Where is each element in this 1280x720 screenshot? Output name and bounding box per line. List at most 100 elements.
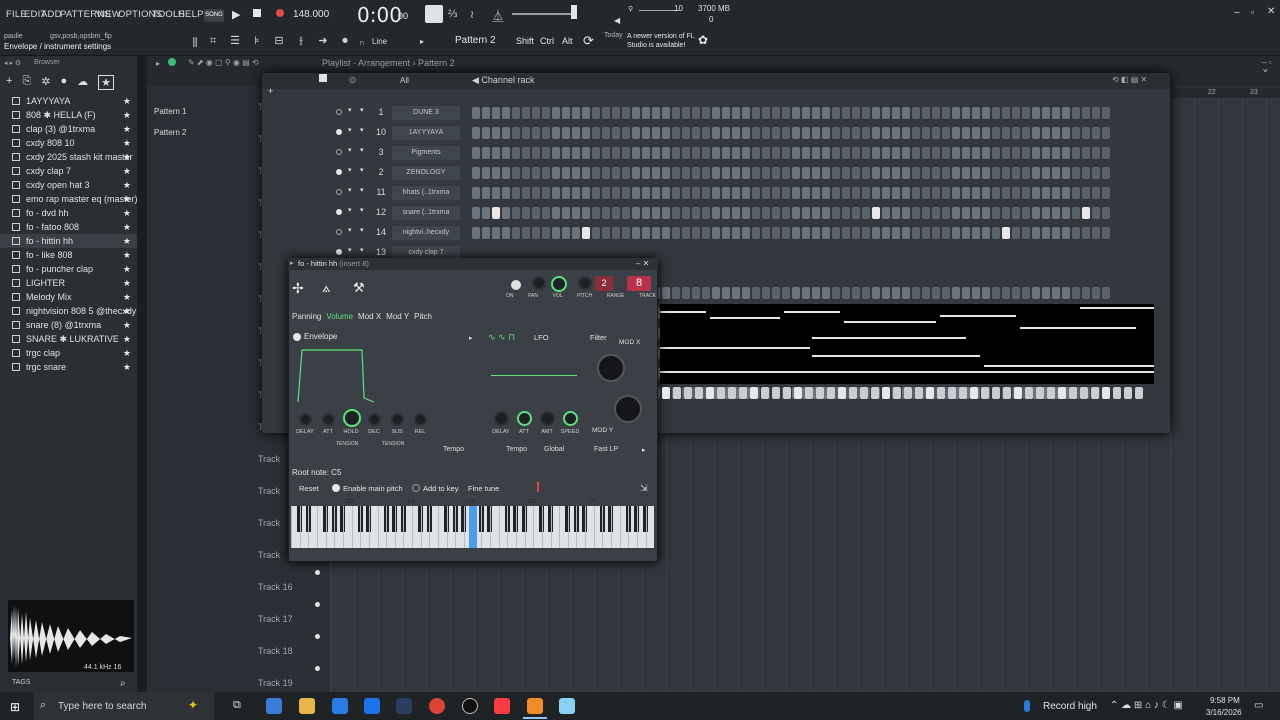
step-button[interactable]	[652, 227, 660, 239]
channel-vol-knob[interactable]: ▾	[360, 226, 364, 234]
step-button[interactable]	[852, 287, 860, 299]
step-button[interactable]	[1032, 207, 1040, 219]
tab-pitch[interactable]: Pitch	[414, 312, 432, 321]
step-button[interactable]	[1102, 207, 1110, 219]
step-button[interactable]	[492, 107, 500, 119]
step-button[interactable]	[532, 227, 540, 239]
step-button[interactable]	[832, 167, 840, 179]
envelope-graph[interactable]	[294, 344, 378, 406]
step-button[interactable]	[642, 127, 650, 139]
white-key[interactable]	[628, 506, 630, 548]
step-button[interactable]	[552, 207, 560, 219]
step-button[interactable]	[772, 387, 780, 399]
copilot-icon[interactable]	[266, 698, 282, 714]
step-button[interactable]	[822, 187, 830, 199]
step-button[interactable]	[860, 387, 868, 399]
step-button[interactable]	[772, 147, 780, 159]
step-button[interactable]	[862, 167, 870, 179]
close-icon[interactable]: ✕	[1267, 6, 1275, 17]
step-button[interactable]	[942, 207, 950, 219]
browser-item[interactable]: cxdy clap 7 ★	[0, 164, 137, 178]
channel-name-button[interactable]: hhats (..1trxma	[392, 186, 460, 200]
step-button[interactable]	[692, 147, 700, 159]
star-icon[interactable]: ★	[123, 108, 131, 122]
step-button[interactable]	[782, 167, 790, 179]
step-button[interactable]	[942, 127, 950, 139]
step-button[interactable]	[882, 207, 890, 219]
step-button[interactable]	[602, 227, 610, 239]
step-button[interactable]	[1022, 107, 1030, 119]
browser-item[interactable]: cxdy 2025 stash kit master ★	[0, 150, 137, 164]
step-button[interactable]	[1092, 147, 1100, 159]
step-button[interactable]	[962, 287, 970, 299]
wave-icon[interactable]: ≀	[470, 8, 474, 21]
file-explorer-icon[interactable]	[299, 698, 315, 714]
step-button[interactable]	[562, 147, 570, 159]
step-button[interactable]	[732, 207, 740, 219]
step-button[interactable]	[662, 167, 670, 179]
step-button[interactable]	[682, 227, 690, 239]
step-button[interactable]	[562, 187, 570, 199]
envelope-preset-icon[interactable]: ▸	[469, 334, 473, 342]
step-button[interactable]	[592, 107, 600, 119]
white-key[interactable]	[299, 506, 301, 548]
step-button[interactable]	[812, 287, 820, 299]
step-button[interactable]	[952, 167, 960, 179]
step-button[interactable]	[752, 287, 760, 299]
step-button[interactable]	[582, 207, 590, 219]
channel-name-button[interactable]: Pigments	[392, 146, 460, 160]
browser-item[interactable]: fo - puncher clap ★	[0, 262, 137, 276]
step-button[interactable]	[992, 127, 1000, 139]
step-button[interactable]	[1072, 227, 1080, 239]
white-key[interactable]	[602, 506, 604, 548]
step-button[interactable]	[692, 127, 700, 139]
step-button[interactable]	[652, 147, 660, 159]
white-key[interactable]	[351, 506, 353, 548]
channel-led-icon[interactable]	[336, 189, 342, 195]
step-button[interactable]	[992, 227, 1000, 239]
step-button[interactable]	[542, 107, 550, 119]
step-button[interactable]	[1052, 187, 1060, 199]
browser-item[interactable]: cxdy open hat 3 ★	[0, 178, 137, 192]
step-button[interactable]	[622, 227, 630, 239]
track-mute-led[interactable]	[315, 634, 320, 639]
step-button[interactable]	[952, 127, 960, 139]
step-button[interactable]	[1062, 167, 1070, 179]
step-button[interactable]	[662, 147, 670, 159]
white-key[interactable]	[585, 506, 587, 548]
step-button[interactable]	[482, 107, 490, 119]
white-key[interactable]	[541, 506, 543, 548]
step-button[interactable]	[892, 107, 900, 119]
white-key[interactable]	[489, 506, 491, 548]
step-button[interactable]	[822, 127, 830, 139]
step-button[interactable]	[752, 147, 760, 159]
notepad-icon[interactable]	[559, 698, 575, 714]
step-button[interactable]	[1032, 147, 1040, 159]
step-button[interactable]	[1072, 147, 1080, 159]
step-button[interactable]	[542, 127, 550, 139]
step-button[interactable]	[592, 207, 600, 219]
channel-pan-knob[interactable]: ▾	[348, 246, 352, 254]
envelope-toggle[interactable]	[293, 333, 301, 341]
filter-type[interactable]: Fast LP	[594, 446, 618, 453]
step-button[interactable]	[1062, 147, 1070, 159]
step-button[interactable]	[872, 107, 880, 119]
step-button[interactable]	[622, 107, 630, 119]
step-button[interactable]	[932, 167, 940, 179]
step-button[interactable]	[472, 207, 480, 219]
step-button[interactable]	[1102, 287, 1110, 299]
step-button[interactable]	[762, 127, 770, 139]
white-key[interactable]	[360, 506, 362, 548]
snap-icon[interactable]: ⌗	[206, 34, 220, 48]
step-button[interactable]	[942, 167, 950, 179]
step-button[interactable]	[922, 187, 930, 199]
step-button[interactable]	[562, 107, 570, 119]
envelope-tab-icon[interactable]: ⟑	[322, 279, 331, 296]
chrome-icon[interactable]	[429, 698, 445, 714]
step-button[interactable]	[542, 147, 550, 159]
step-button[interactable]	[582, 147, 590, 159]
step-button[interactable]	[842, 227, 850, 239]
pan-knob[interactable]	[532, 276, 546, 290]
pattern-item-2[interactable]: Pattern 2	[154, 128, 186, 137]
lfo-knob-delay[interactable]	[494, 411, 509, 426]
